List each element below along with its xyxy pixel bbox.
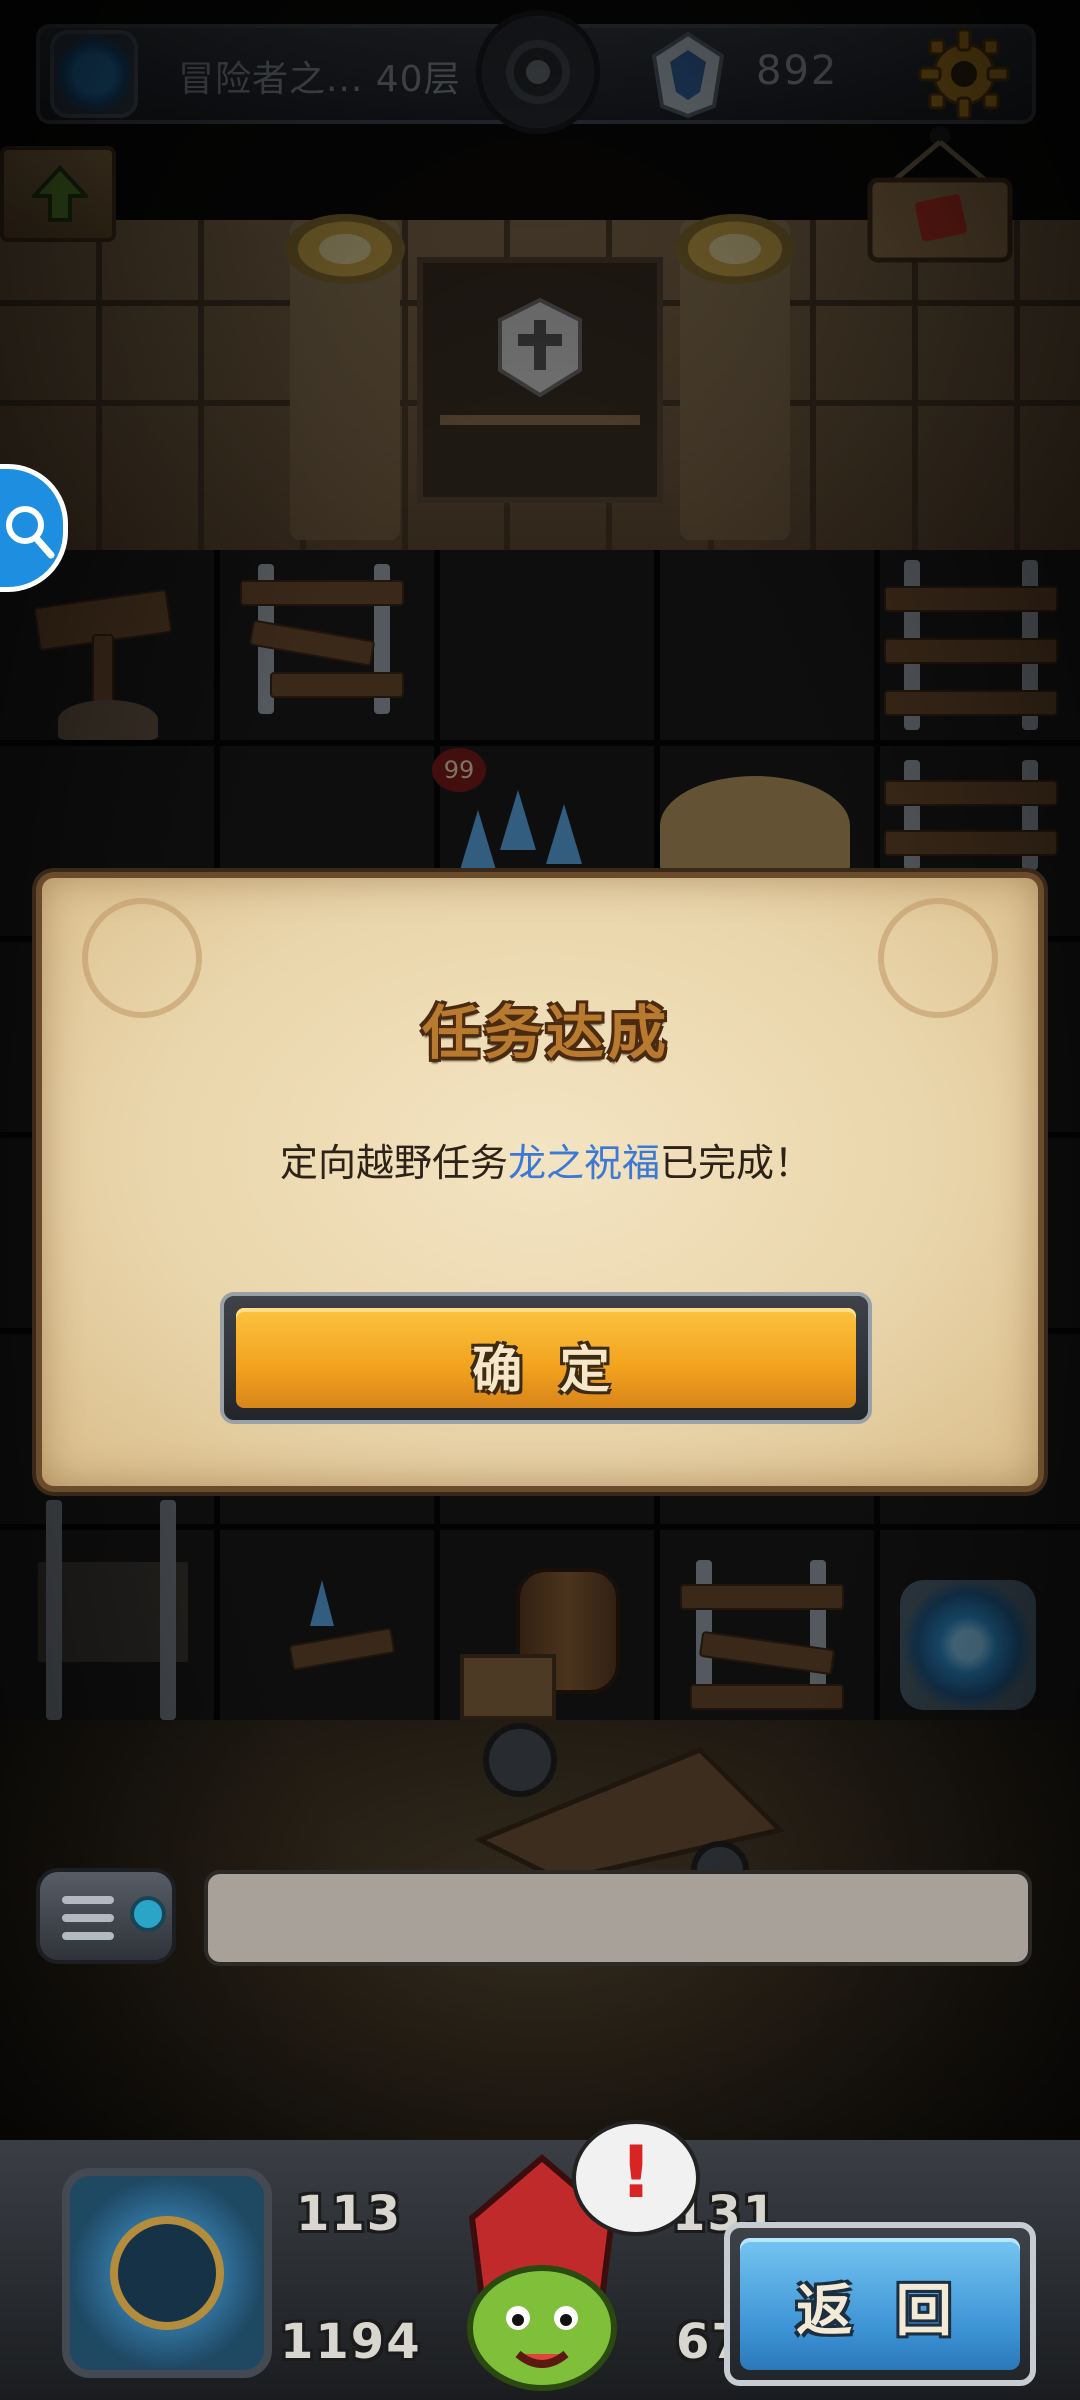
dialog-message: 定向越野任务龙之祝福已完成！: [42, 1132, 1050, 1187]
message-prefix: 定向越野任务: [279, 1141, 508, 1185]
back-button-face[interactable]: 返 回: [740, 2238, 1020, 2370]
back-label: 返 回: [796, 2279, 964, 2344]
dialog-title: 任务达成: [421, 999, 670, 1067]
back-button[interactable]: 返 回: [724, 2222, 1036, 2386]
mission-name: 龙之祝福: [507, 1141, 660, 1185]
confirm-button[interactable]: 确 定: [220, 1292, 872, 1424]
confirm-label: 确 定: [472, 1341, 620, 1399]
alert-bubble[interactable]: !: [572, 2120, 700, 2236]
attack-stat: 113: [296, 2186, 403, 2242]
health-stat: 1194: [280, 2314, 422, 2370]
compass-icon: [110, 2216, 224, 2330]
chat-message-box[interactable]: [204, 1870, 1032, 1966]
mission-complete-dialog: 任务达成 定向越野任务龙之祝福已完成！ 确 定: [36, 872, 1044, 1492]
message-suffix: 已完成！: [660, 1141, 813, 1185]
search-icon: [6, 506, 55, 559]
chat-radio-button[interactable]: [36, 1868, 176, 1964]
hero-compass-button[interactable]: [62, 2168, 272, 2378]
radio-icon: [130, 1896, 166, 1932]
confirm-button-face[interactable]: 确 定: [236, 1308, 856, 1408]
exclamation-icon: !: [619, 2130, 653, 2214]
